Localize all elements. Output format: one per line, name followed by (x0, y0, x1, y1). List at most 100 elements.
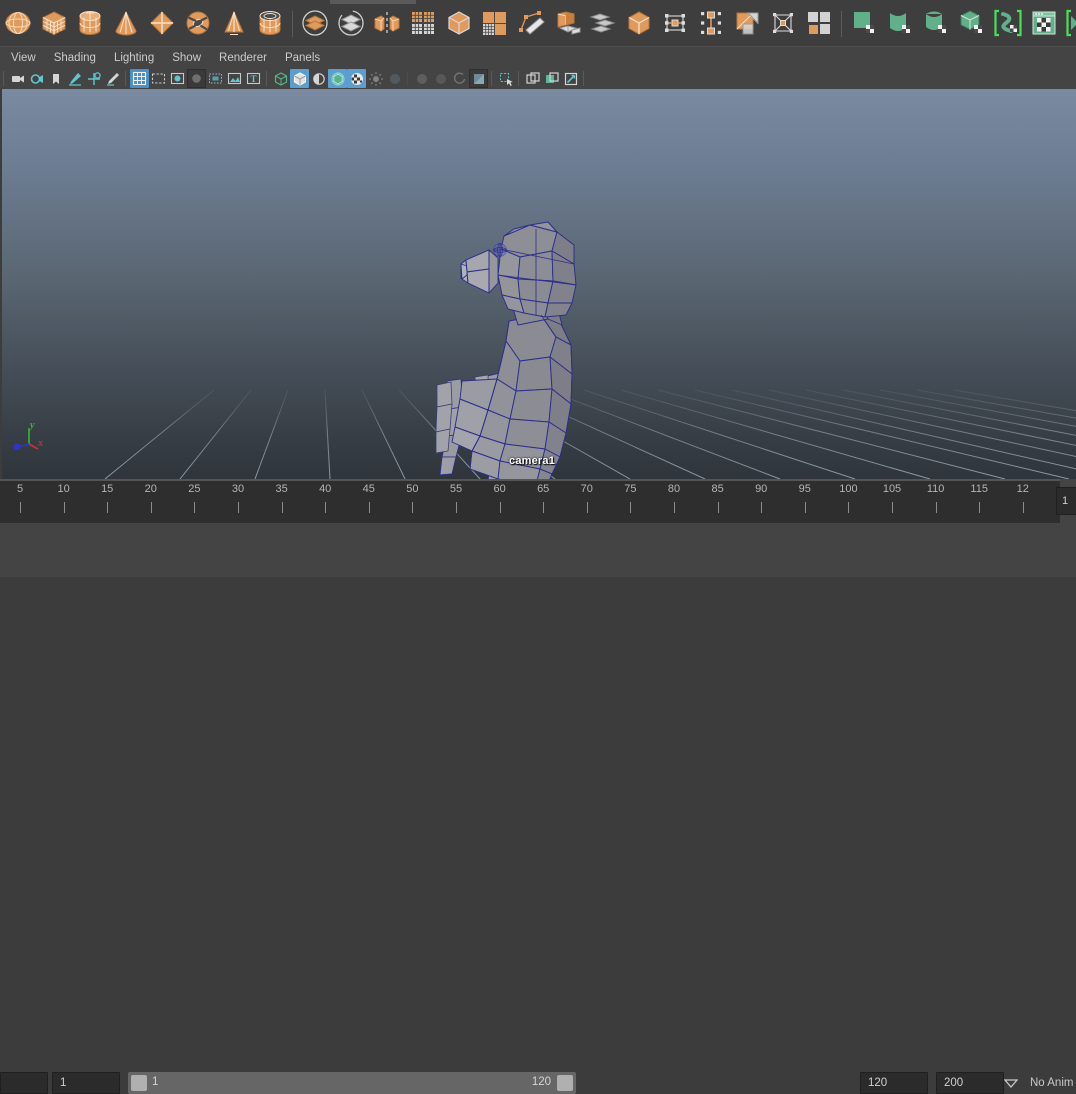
menu-item-view[interactable]: View (0, 47, 45, 69)
time-tick (150, 502, 152, 513)
shadows-icon[interactable] (328, 69, 347, 88)
shelf-item-polygon-torus[interactable] (180, 5, 216, 41)
xray-active-icon[interactable] (309, 69, 328, 88)
axis-label-y: y (30, 420, 35, 431)
shadow-hard-icon[interactable] (431, 69, 450, 88)
panel-layout-a-icon[interactable] (523, 69, 542, 88)
shadow-soft-icon[interactable] (412, 69, 431, 88)
panel-separator-4 (488, 70, 496, 87)
motion-blur-icon[interactable] (450, 69, 469, 88)
time-tick (368, 502, 370, 513)
shelf-item-smooth[interactable] (405, 5, 441, 41)
panel-layout-b-icon[interactable] (542, 69, 561, 88)
anim-start-field[interactable]: 120 (860, 1072, 928, 1094)
shelf-item-uv-automatic-map[interactable] (954, 5, 990, 41)
time-tick-label: 80 (667, 483, 681, 495)
image-plane-icon[interactable] (65, 69, 84, 88)
xray-joints-icon[interactable] (290, 69, 309, 88)
texture-display-icon[interactable] (225, 69, 244, 88)
shelf-item-wedge-face[interactable] (729, 5, 765, 41)
current-frame-indicator[interactable]: 1 (1056, 487, 1076, 515)
time-tick (281, 502, 283, 513)
menu-item-lighting[interactable]: Lighting (105, 47, 163, 69)
grease-pencil-icon[interactable] (103, 69, 122, 88)
time-tick-label: 35 (275, 483, 288, 495)
shelf-item-uv-unfold[interactable] (990, 5, 1026, 41)
use-default-lighting-icon[interactable]: T (244, 69, 263, 88)
time-tick (63, 502, 65, 513)
time-tick (1022, 502, 1024, 513)
menu-item-shading[interactable]: Shading (45, 47, 105, 69)
smooth-shade-selected-icon[interactable] (168, 69, 187, 88)
shelf-item-poke-face[interactable] (765, 5, 801, 41)
shelf-item-polygon-sphere[interactable] (0, 5, 36, 41)
xray-display-icon[interactable] (271, 69, 290, 88)
isolate-select-icon[interactable] (496, 69, 515, 88)
shelf-item-extrude[interactable] (549, 5, 585, 41)
time-tick (412, 502, 414, 513)
two-d-pan-zoom-icon[interactable] (84, 69, 103, 88)
time-tick-label: 25 (188, 483, 201, 495)
time-slider-topline (0, 480, 1060, 481)
shelf-item-polygon-pipe[interactable] (252, 5, 288, 41)
shelf-item-polygon-prism[interactable] (216, 5, 252, 41)
time-tick (717, 502, 719, 513)
shelf-item-mirror-geometry[interactable] (369, 5, 405, 41)
menu-item-panels[interactable]: Panels (276, 47, 329, 69)
menu-item-renderer[interactable]: Renderer (210, 47, 276, 69)
shelf-item-subdiv-proxy[interactable] (441, 5, 477, 41)
menu-item-show[interactable]: Show (163, 47, 210, 69)
shaded-wireframe-icon[interactable] (206, 69, 225, 88)
shelf-item-append-to-polygon[interactable] (657, 5, 693, 41)
range-start-handle[interactable] (131, 1075, 147, 1091)
shelf-item-polygon-cone[interactable] (108, 5, 144, 41)
current-character-field[interactable] (0, 1072, 48, 1094)
occlusion-icon[interactable] (469, 69, 488, 88)
shelf-item-polygon-plane[interactable] (144, 5, 180, 41)
range-start-label: 1 (152, 1076, 159, 1088)
time-tick-label: 100 (839, 483, 858, 495)
shelf-item-reduce[interactable] (477, 5, 513, 41)
shelf-item-bevel[interactable] (585, 5, 621, 41)
shelf-item-separate[interactable] (333, 5, 369, 41)
panel-tearoff-icon[interactable] (561, 69, 580, 88)
time-tick (630, 502, 632, 513)
shelf-item-combine[interactable] (297, 5, 333, 41)
shadow-none-icon[interactable] (385, 69, 404, 88)
panel-menu-bar: View Shading Lighting Show Renderer Pane… (0, 46, 1076, 69)
time-tick (456, 502, 457, 513)
time-tick-label: 20 (144, 483, 157, 495)
bookmarks-icon[interactable] (46, 69, 65, 88)
perspective-viewport[interactable]: camera1 y x z (0, 89, 1076, 479)
flat-shade-all-icon[interactable] (187, 69, 206, 88)
shelf-item-uv-planar-map[interactable] (846, 5, 882, 41)
chevron-down-icon[interactable] (1001, 1074, 1021, 1092)
shelf-item-insert-edge-loop[interactable] (693, 5, 729, 41)
shelf-item-polygon-cube[interactable] (36, 5, 72, 41)
shelf-item-uv-cylindrical-map[interactable] (882, 5, 918, 41)
shelf-item-bridge[interactable] (621, 5, 657, 41)
lighting-toggle-icon[interactable] (366, 69, 385, 88)
time-tick-label: 65 (537, 483, 550, 495)
range-slider[interactable]: 1 120 (128, 1072, 576, 1094)
character-set-label[interactable]: No Anim (1030, 1072, 1073, 1094)
select-camera-icon[interactable] (8, 69, 27, 88)
shelf-item-uv-layout[interactable] (1062, 5, 1076, 41)
shelf-item-uv-texture-editor[interactable] (1026, 5, 1062, 41)
time-tick (935, 502, 937, 513)
current-frame-field[interactable]: 1 (52, 1072, 120, 1094)
range-end-handle[interactable] (557, 1075, 573, 1091)
camera-attributes-icon[interactable] (27, 69, 46, 88)
smooth-shade-all-icon[interactable] (149, 69, 168, 88)
shelf-item-polygon-cylinder[interactable] (72, 5, 108, 41)
time-tick (194, 502, 196, 513)
shelf-item-uv-spherical-map[interactable] (918, 5, 954, 41)
anim-end-field[interactable]: 200 (936, 1072, 1004, 1094)
time-tick (238, 502, 239, 513)
time-tick (543, 502, 545, 513)
shelf-item-merge-vertices[interactable] (801, 5, 837, 41)
time-slider[interactable]: 5 10 15 20 25 30 35 40 45 50 55 60 65 70 75 80 85 90 95 100… (0, 479, 1060, 524)
wireframe-shading-icon[interactable] (130, 69, 149, 88)
checker-display-icon[interactable] (347, 69, 366, 88)
shelf-item-create-polygon-tool[interactable] (513, 5, 549, 41)
